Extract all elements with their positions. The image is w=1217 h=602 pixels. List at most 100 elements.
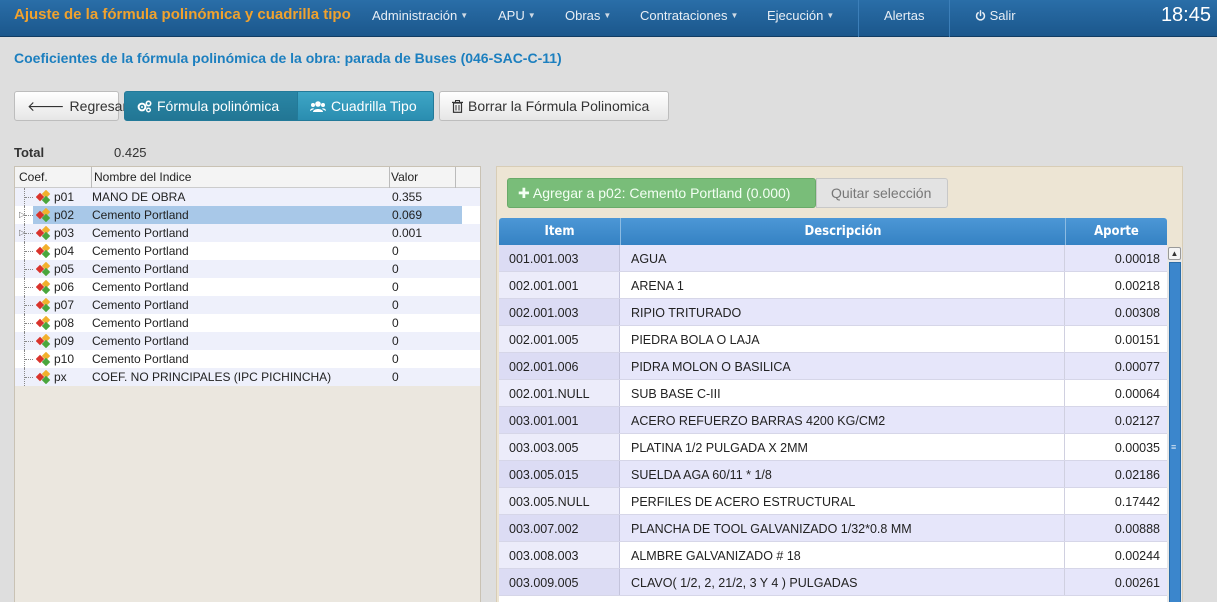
scrollbar-thumb[interactable] [1169, 262, 1181, 602]
cuadrilla-button[interactable]: Cuadrilla Tipo [297, 91, 434, 121]
table-row[interactable]: 002.001.NULL SUB BASE C-III 0.00064 [499, 380, 1167, 407]
coef-value: 0 [392, 280, 399, 294]
index-name: Cemento Portland [92, 316, 189, 330]
nav-label: Ejecución [767, 8, 824, 23]
power-icon [975, 10, 986, 21]
description-cell: PIDRA MOLON O BASILICA [621, 353, 1065, 379]
tree-row[interactable]: px COEF. NO PRINCIPALES (IPC PICHINCHA) 0 [15, 368, 480, 386]
clear-selection-button[interactable]: Quitar selección [816, 178, 948, 208]
aporte-cell: 0.00308 [1114, 306, 1160, 320]
caret-down-icon: ▼ [603, 11, 612, 20]
column-header-item[interactable]: Item [499, 224, 620, 239]
index-name: Cemento Portland [92, 244, 189, 258]
index-coefficient-icon [36, 352, 51, 366]
column-header-description[interactable]: Descripción [621, 224, 1065, 239]
tree-connector [25, 323, 33, 324]
aporte-cell: 0.00064 [1114, 387, 1160, 401]
coef-code: p05 [54, 262, 75, 276]
column-header-coef[interactable]: Coef. [19, 170, 48, 184]
nav-menu-contrataciones[interactable]: Contrataciones ▼ [640, 8, 738, 23]
table-row[interactable]: 001.001.003 AGUA 0.00018 [499, 245, 1167, 272]
tree-row[interactable]: p01 MANO DE OBRA 0.355 [15, 188, 480, 206]
index-coefficient-icon [36, 244, 51, 258]
tree-row[interactable]: ▷ p02 Cemento Portland 0.069 [15, 206, 480, 224]
add-to-coefficient-button[interactable]: ✚ Agregar a p02: Cemento Portland (0.000… [507, 178, 816, 208]
formula-button[interactable]: Fórmula polinómica [124, 91, 298, 121]
item-code-cell: 003.008.003 [499, 542, 620, 568]
index-name: Cemento Portland [92, 208, 189, 222]
index-name: COEF. NO PRINCIPALES (IPC PICHINCHA) [92, 370, 332, 384]
index-coefficient-icon [36, 334, 51, 348]
index-coefficient-icon [36, 280, 51, 294]
item-code-cell: 002.001.005 [499, 326, 620, 352]
tree-row[interactable]: p10 Cemento Portland 0 [15, 350, 480, 368]
tree-row[interactable]: p09 Cemento Portland 0 [15, 332, 480, 350]
table-row[interactable]: 003.005.015 SUELDA AGA 60/11 * 1/8 0.02186 [499, 461, 1167, 488]
description-cell: SUB BASE C-III [621, 380, 1065, 406]
coef-code: p06 [54, 280, 75, 294]
item-code-cell: 002.001.003 [499, 299, 620, 325]
nav-alertas[interactable]: Alertas [884, 8, 924, 23]
column-header-name[interactable]: Nombre del Indice [94, 170, 191, 184]
tree-row[interactable]: p06 Cemento Portland 0 [15, 278, 480, 296]
plus-icon: ✚ [518, 185, 530, 201]
logout-label: Salir [989, 8, 1016, 23]
nav-menu-ejecucion[interactable]: Ejecución ▼ [767, 8, 834, 23]
column-header-value[interactable]: Valor [391, 170, 418, 184]
trash-icon [452, 99, 463, 113]
expand-icon[interactable]: ▷ [19, 228, 25, 237]
nav-menu-apu[interactable]: APU ▼ [498, 8, 536, 23]
table-row[interactable]: 002.001.006 PIDRA MOLON O BASILICA 0.00077 [499, 353, 1167, 380]
tree-connector [25, 305, 33, 306]
delete-formula-button[interactable]: Borrar la Fórmula Polinomica [439, 91, 669, 121]
expand-icon[interactable]: ▷ [19, 210, 25, 219]
column-divider[interactable] [389, 167, 390, 188]
aporte-cell: 0.02127 [1114, 414, 1160, 428]
aporte-cell: 0.00261 [1114, 576, 1160, 590]
tree-row[interactable]: p08 Cemento Portland 0 [15, 314, 480, 332]
coef-value: 0 [392, 334, 399, 348]
aporte-cell: 0.00151 [1114, 333, 1160, 347]
tree-connector [25, 359, 33, 360]
nav-logout[interactable]: Salir [975, 8, 1016, 23]
index-coefficient-icon [36, 208, 51, 222]
table-row[interactable]: 002.001.001 ARENA 1 0.00218 [499, 272, 1167, 299]
gears-icon [137, 99, 152, 112]
scroll-up-icon[interactable]: ▲ [1168, 247, 1181, 260]
aporte-cell: 0.00218 [1114, 279, 1160, 293]
tree-header: Coef. Nombre del Indice Valor [15, 167, 480, 188]
tree-connector [25, 233, 33, 234]
tree-row[interactable]: p05 Cemento Portland 0 [15, 260, 480, 278]
table-row[interactable]: 003.007.002 PLANCHA DE TOOL GALVANIZADO 1… [499, 515, 1167, 542]
coef-value: 0 [392, 316, 399, 330]
tree-row[interactable]: p07 Cemento Portland 0 [15, 296, 480, 314]
column-header-aporte[interactable]: Aporte [1066, 224, 1167, 239]
table-row[interactable]: 003.008.003 ALMBRE GALVANIZADO # 18 0.0024… [499, 542, 1167, 569]
description-cell: AGUA [621, 245, 1065, 271]
tree-row[interactable]: p04 Cemento Portland 0 [15, 242, 480, 260]
table-row[interactable]: 003.005.NULL PERFILES DE ACERO ESTRUCTURA… [499, 488, 1167, 515]
tree-row[interactable]: ▷ p03 Cemento Portland 0.001 [15, 224, 480, 242]
index-name: Cemento Portland [92, 352, 189, 366]
table-row[interactable]: 003.001.001 ACERO REFUERZO BARRAS 4200 KG… [499, 407, 1167, 434]
app-title[interactable]: Ajuste de la fórmula polinómica y cuadri… [14, 6, 351, 23]
table-row[interactable]: 003.009.005 CLAVO( 1/2, 2, 21/2, 3 Y 4 ) … [499, 569, 1167, 596]
nav-menu-administracion[interactable]: Administración ▼ [372, 8, 468, 23]
back-button[interactable]: 🡐 Regresar [14, 91, 127, 121]
column-divider[interactable] [455, 167, 456, 188]
coef-value: 0 [392, 370, 399, 384]
coef-code: p03 [54, 226, 75, 240]
nav-menu-obras[interactable]: Obras ▼ [565, 8, 611, 23]
item-code-cell: 003.005.015 [499, 461, 620, 487]
table-row[interactable]: 003.003.005 PLATINA 1/2 PULGADA X 2MM 0.00… [499, 434, 1167, 461]
item-code-cell: 003.005.NULL [499, 488, 620, 514]
description-cell: PERFILES DE ACERO ESTRUCTURAL [621, 488, 1065, 514]
caret-down-icon: ▼ [460, 11, 469, 20]
item-code-cell: 003.007.002 [499, 515, 620, 541]
column-divider[interactable] [91, 167, 92, 188]
coef-code: p01 [54, 190, 75, 204]
index-name: Cemento Portland [92, 280, 189, 294]
tree-connector [25, 377, 33, 378]
table-row[interactable]: 002.001.003 RIPIO TRITURADO 0.00308 [499, 299, 1167, 326]
table-row[interactable]: 002.001.005 PIEDRA BOLA O LAJA 0.00151 [499, 326, 1167, 353]
